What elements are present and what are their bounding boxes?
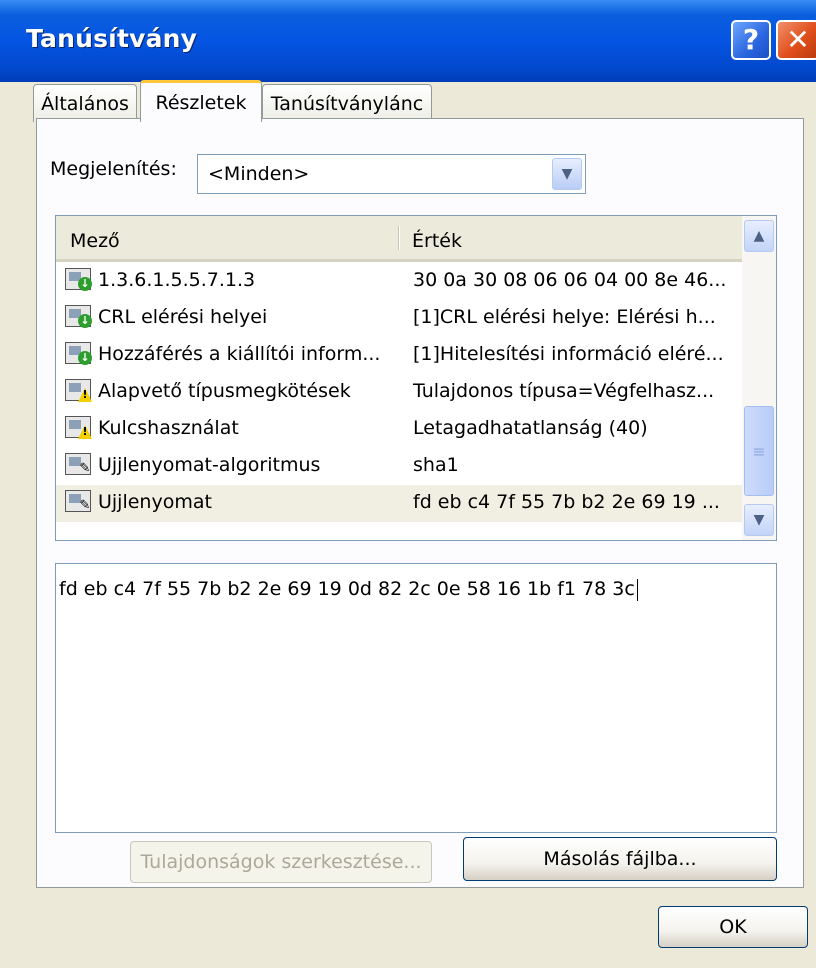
- field-value: Tulajdonos típusa=Végfelhasz...: [413, 380, 715, 402]
- show-select[interactable]: <Minden> ▼: [197, 154, 586, 194]
- field-value: sha1: [413, 454, 459, 476]
- column-separator[interactable]: [398, 226, 400, 250]
- certificate-dialog: Tanúsítvány ? ✕ Általános Részletek Tanú…: [0, 0, 816, 968]
- text-caret: [636, 578, 638, 601]
- scroll-thumb[interactable]: ≡: [744, 406, 774, 496]
- close-button[interactable]: ✕: [776, 20, 816, 60]
- cert-ext-icon: ↓: [65, 342, 92, 365]
- cert-property-icon: ✎: [65, 453, 91, 476]
- value-detail-box[interactable]: fd eb c4 7f 55 7b b2 2e 69 19 0d 82 2c 0…: [55, 563, 777, 833]
- field-name: Ujjlenyomat-algoritmus: [98, 454, 321, 476]
- list-item[interactable]: ! Kulcshasználat Letagadhatatlanság (40): [56, 411, 742, 448]
- field-value: 30 0a 30 08 06 06 04 00 8e 46...: [413, 269, 727, 291]
- cert-ext-icon: ↓: [65, 268, 92, 291]
- chevron-down-icon[interactable]: ▼: [552, 158, 582, 190]
- tab-certification-path[interactable]: Tanúsítványlánc: [262, 84, 432, 122]
- fields-list[interactable]: Mező Érték ↓ 1.3.6.1.5.5.7.1.3 30 0a 30 …: [55, 215, 777, 541]
- field-name: Alapvető típusmegkötések: [98, 380, 351, 402]
- edit-properties-button[interactable]: Tulajdonságok szerkesztése...: [130, 841, 432, 883]
- value-detail-text: fd eb c4 7f 55 7b b2 2e 69 19 0d 82 2c 0…: [59, 578, 638, 601]
- list-item[interactable]: ↓ CRL elérési helyei [1]CRL elérési hely…: [56, 300, 742, 337]
- field-value: fd eb c4 7f 55 7b b2 2e 69 19 ...: [413, 491, 720, 513]
- field-name: Kulcshasználat: [98, 417, 239, 439]
- vertical-scrollbar[interactable]: ▲ ≡ ▼: [742, 216, 776, 540]
- detail-value: fd eb c4 7f 55 7b b2 2e 69 19 0d 82 2c 0…: [59, 578, 635, 600]
- cert-critical-icon: !: [65, 416, 92, 439]
- column-header-field[interactable]: Mező: [70, 230, 120, 252]
- cert-ext-icon: ↓: [65, 305, 92, 328]
- tab-general[interactable]: Általános: [33, 84, 137, 122]
- scroll-down-icon[interactable]: ▼: [744, 504, 774, 536]
- window-title: Tanúsítvány: [26, 24, 198, 53]
- show-label: Megjelenítés:: [50, 158, 177, 180]
- field-value: [1]CRL elérési helye: Elérési h...: [413, 306, 716, 328]
- ok-button[interactable]: OK: [658, 906, 808, 948]
- title-bar: Tanúsítvány ? ✕: [0, 0, 816, 82]
- help-button[interactable]: ?: [731, 20, 771, 60]
- field-name: Ujjlenyomat: [98, 491, 212, 513]
- field-value: Letagadhatatlanság (40): [413, 417, 648, 439]
- tab-details[interactable]: Részletek: [140, 80, 262, 122]
- list-item[interactable]: ! Alapvető típusmegkötések Tulajdonos tí…: [56, 374, 742, 411]
- field-name: CRL elérési helyei: [98, 306, 268, 328]
- column-header-value[interactable]: Érték: [412, 230, 462, 252]
- list-item-selected[interactable]: ✎ Ujjlenyomat fd eb c4 7f 55 7b b2 2e 69…: [56, 485, 742, 522]
- list-item[interactable]: ↓ 1.3.6.1.5.5.7.1.3 30 0a 30 08 06 06 04…: [56, 263, 742, 300]
- list-item[interactable]: ✎ Ujjlenyomat-algoritmus sha1: [56, 448, 742, 485]
- list-item[interactable]: ↓ Hozzáférés a kiállítói inform... [1]Hi…: [56, 337, 742, 374]
- scroll-up-icon[interactable]: ▲: [744, 220, 774, 252]
- cert-property-icon: ✎: [65, 490, 91, 513]
- copy-to-file-button[interactable]: Másolás fájlba...: [463, 837, 777, 881]
- cert-critical-icon: !: [65, 379, 92, 402]
- show-select-value: <Minden>: [208, 163, 310, 185]
- list-rows: ↓ 1.3.6.1.5.5.7.1.3 30 0a 30 08 06 06 04…: [56, 263, 742, 522]
- field-value: [1]Hitelesítési információ eléré...: [413, 343, 724, 365]
- list-header: Mező Érték: [56, 216, 742, 262]
- field-name: Hozzáférés a kiállítói inform...: [98, 343, 381, 365]
- field-name: 1.3.6.1.5.5.7.1.3: [98, 269, 256, 291]
